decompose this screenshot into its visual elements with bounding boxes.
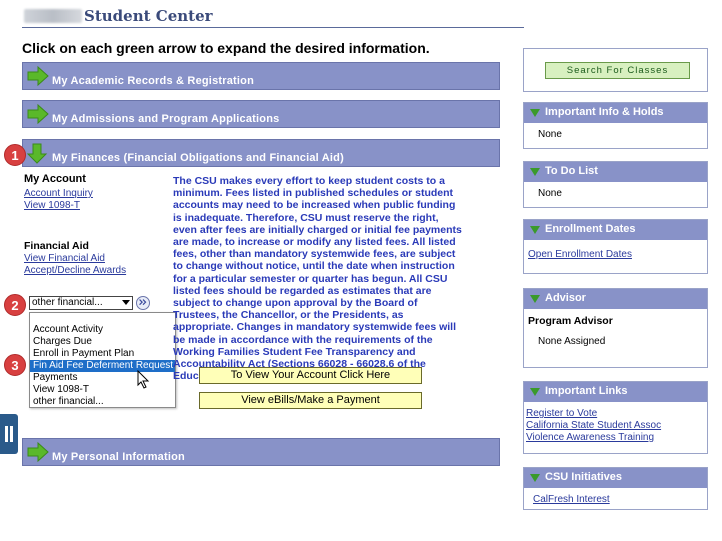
dropdown-option[interactable]: View 1098-T (30, 384, 175, 396)
panel-header[interactable]: Advisor (524, 289, 707, 309)
section-admissions[interactable]: My Admissions and Program Applications (22, 100, 500, 128)
triangle-down-icon (530, 109, 540, 117)
section-label: My Personal Information (52, 451, 185, 463)
green-arrow-icon[interactable] (26, 65, 50, 87)
dropdown-option[interactable]: Payments (30, 372, 175, 384)
csu-student-assoc-link[interactable]: California State Student Assoc (526, 420, 705, 432)
triangle-down-icon (530, 474, 540, 482)
panel-body: None (538, 188, 562, 199)
other-financial-select[interactable]: other financial... (29, 296, 133, 310)
title-divider (22, 27, 524, 28)
panel-body: None (538, 129, 562, 140)
panel-title: CSU Initiatives (545, 471, 623, 483)
page-title: Student Center (84, 7, 213, 25)
triangle-down-icon (530, 388, 540, 396)
view-account-button[interactable]: To View Your Account Click Here (199, 367, 422, 384)
calfresh-interest-link[interactable]: CalFresh Interest (533, 494, 610, 505)
instructions-text: Click on each green arrow to expand the … (22, 40, 430, 56)
institution-logo (24, 9, 82, 23)
double-chevron-icon (139, 299, 147, 306)
panel-header[interactable]: Important Info & Holds (524, 103, 707, 123)
dropdown-option[interactable]: Enroll in Payment Plan (30, 348, 175, 360)
financial-dropdown-list: Account Activity Charges Due Enroll in P… (29, 312, 176, 408)
register-to-vote-link[interactable]: Register to Vote (526, 408, 705, 420)
violence-awareness-link[interactable]: Violence Awareness Training (526, 432, 705, 444)
account-inquiry-link[interactable]: Account Inquiry (24, 188, 93, 199)
panel-csu-initiatives: CSU Initiatives CalFresh Interest (523, 467, 708, 510)
accept-decline-awards-link[interactable]: Accept/Decline Awards (24, 265, 126, 276)
panel-title: Enrollment Dates (545, 223, 636, 235)
view-financial-aid-link[interactable]: View Financial Aid (24, 253, 105, 264)
step-marker-1: 1 (4, 144, 26, 166)
open-enrollment-dates-link[interactable]: Open Enrollment Dates (528, 249, 632, 260)
mouse-cursor-icon (137, 370, 150, 389)
section-my-finances[interactable]: My Finances (Financial Obligations and F… (22, 139, 500, 167)
side-pause-handle[interactable] (0, 414, 18, 454)
dropdown-option[interactable]: other financial... (30, 396, 175, 408)
select-value: other financial... (32, 297, 103, 308)
dropdown-option[interactable]: Account Activity (30, 324, 175, 336)
panel-header[interactable]: Important Links (524, 382, 707, 402)
go-button[interactable] (136, 296, 150, 310)
section-label: My Finances (Financial Obligations and F… (52, 152, 344, 164)
triangle-down-icon (530, 295, 540, 303)
advisor-value: None Assigned (538, 336, 606, 347)
pause-bar (10, 426, 13, 442)
panel-header[interactable]: CSU Initiatives (524, 468, 707, 488)
financial-aid-heading: Financial Aid (24, 240, 89, 252)
step-marker-3: 3 (4, 354, 26, 376)
panel-title: Advisor (545, 292, 586, 304)
panel-advisor: Advisor Program Advisor None Assigned (523, 288, 708, 368)
triangle-down-icon (530, 226, 540, 234)
step-marker-2: 2 (4, 294, 26, 316)
search-for-classes-button[interactable]: Search For Classes (545, 62, 690, 79)
green-arrow-icon[interactable] (26, 103, 50, 125)
dropdown-option[interactable]: Charges Due (30, 336, 175, 348)
panel-title: Important Links (545, 385, 628, 397)
panel-enrollment-dates: Enrollment Dates Open Enrollment Dates (523, 219, 708, 274)
fee-disclaimer-text: The CSU makes every effort to keep stude… (173, 175, 462, 382)
section-label: My Admissions and Program Applications (52, 113, 280, 125)
panel-title: Important Info & Holds (545, 106, 664, 118)
my-account-heading: My Account (24, 173, 86, 185)
section-label: My Academic Records & Registration (52, 75, 255, 87)
advisor-label: Program Advisor (528, 315, 613, 327)
panel-header[interactable]: Enrollment Dates (524, 220, 707, 240)
view-1098t-link[interactable]: View 1098-T (24, 200, 80, 211)
panel-title: To Do List (545, 165, 598, 177)
pause-bar (5, 426, 8, 442)
panel-todo-list: To Do List None (523, 161, 708, 208)
section-academic-records[interactable]: My Academic Records & Registration (22, 62, 500, 90)
green-arrow-icon[interactable] (26, 441, 50, 463)
section-personal-info[interactable]: My Personal Information (22, 438, 500, 466)
view-ebills-button[interactable]: View eBills/Make a Payment (199, 392, 422, 409)
panel-important-links: Important Links Register to Vote Califor… (523, 381, 708, 454)
dropdown-option-selected[interactable]: Fin Aid Fee Deferment Request (30, 360, 175, 372)
panel-important-info: Important Info & Holds None (523, 102, 708, 149)
chevron-down-icon (122, 300, 130, 305)
triangle-down-icon (530, 168, 540, 176)
green-arrow-down-icon[interactable] (26, 142, 50, 164)
panel-header[interactable]: To Do List (524, 162, 707, 182)
